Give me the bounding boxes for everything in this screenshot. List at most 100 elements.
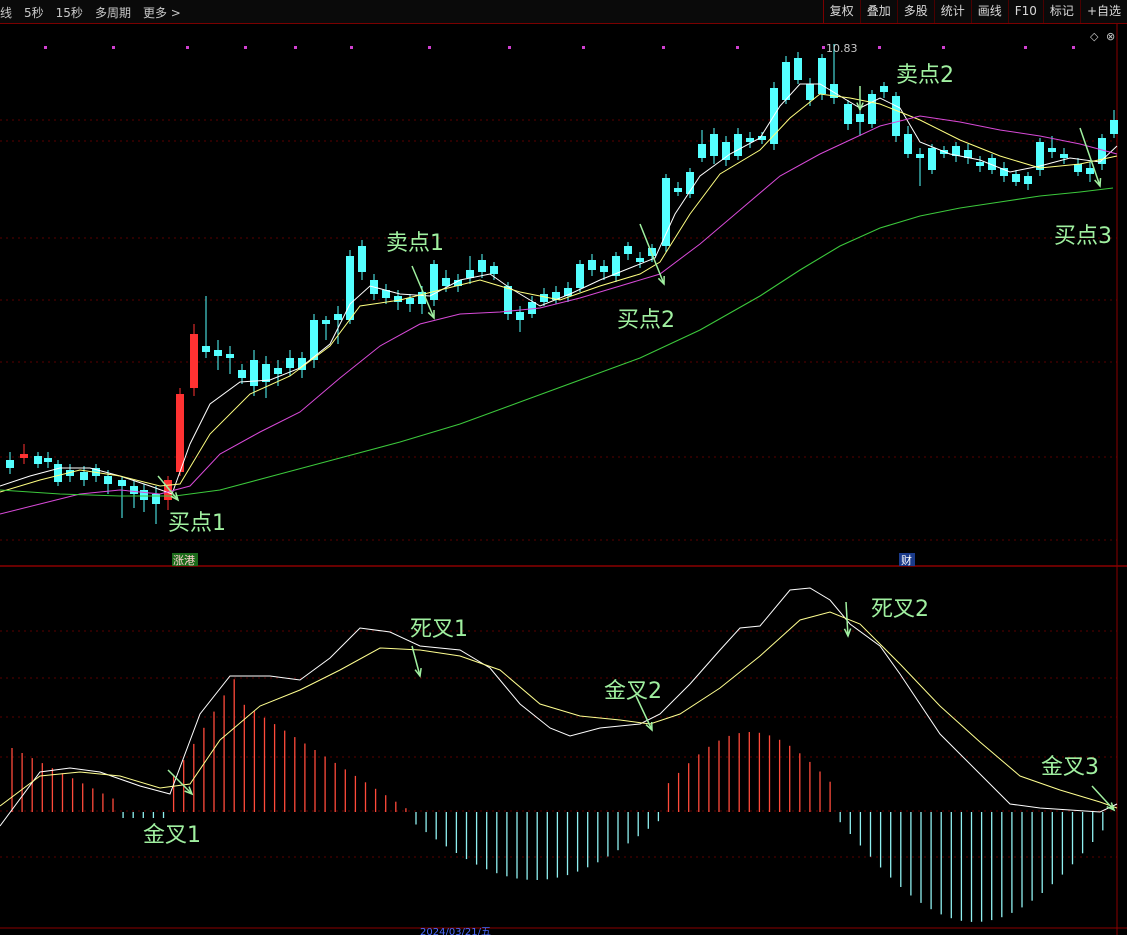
period-tab-multi[interactable]: 多周期 <box>95 4 131 21</box>
golden-cross-2-label: 金叉2 <box>604 679 662 704</box>
candle-body <box>54 464 62 482</box>
event-dot <box>112 46 115 49</box>
candle-body <box>600 266 608 272</box>
candle-body <box>250 360 258 386</box>
candle-body <box>698 144 706 158</box>
candle-body <box>6 460 14 468</box>
candle-body <box>528 302 536 314</box>
ma-long-line <box>0 115 1118 515</box>
golden-cross-3-arrow <box>1091 785 1115 811</box>
death-cross-1-label: 死叉1 <box>410 617 468 642</box>
sell-point-2-label: 卖点2 <box>896 63 954 88</box>
macd-panel <box>0 587 1118 922</box>
sell-point-1-label: 卖点1 <box>386 231 444 256</box>
golden-cross-3-label: 金叉3 <box>1041 755 1099 780</box>
statistics-button[interactable]: 统计 <box>933 0 971 23</box>
buy-point-2-label: 买点2 <box>617 308 675 333</box>
candle-body <box>662 178 670 246</box>
candle-body <box>274 368 282 374</box>
candle-body <box>262 364 270 382</box>
candle-body <box>202 346 210 352</box>
overlay-button[interactable]: 叠加 <box>859 0 897 23</box>
candle-body <box>238 370 246 378</box>
buy-point-3-label: 买点3 <box>1054 224 1112 249</box>
macd-signal-labels: 金叉1 死叉1 金叉2 死叉2 金叉3 <box>143 597 1099 848</box>
candle-body <box>868 94 876 124</box>
f10-button[interactable]: F10 <box>1007 0 1043 23</box>
multi-stock-button[interactable]: 多股 <box>896 0 934 23</box>
period-selector: 线 5秒 15秒 多周期 更多 > <box>0 0 193 24</box>
event-dot <box>582 46 585 49</box>
candle-body <box>636 258 644 262</box>
candle-body <box>734 134 742 156</box>
candle-body <box>490 266 498 274</box>
buy-2-arrow <box>639 223 665 285</box>
candle-body <box>1060 154 1068 158</box>
candle-body <box>904 134 912 154</box>
candle-body <box>818 58 826 94</box>
candle-body <box>226 354 234 358</box>
period-tab-line[interactable]: 线 <box>0 4 12 21</box>
event-dot <box>244 46 247 49</box>
candle-body <box>118 480 126 486</box>
candle-body <box>430 264 438 300</box>
event-dot <box>662 46 665 49</box>
candle-body <box>880 86 888 92</box>
event-dot <box>878 46 881 49</box>
candle-body <box>588 260 596 270</box>
event-dot <box>508 46 511 49</box>
buy-point-1-label: 买点1 <box>168 511 226 536</box>
candle-body <box>104 476 112 484</box>
period-tab-15s[interactable]: 15秒 <box>56 4 83 21</box>
event-dot <box>44 46 47 49</box>
candle-body <box>176 394 184 472</box>
panel-close-icon[interactable]: ⊗ <box>1106 30 1115 43</box>
candle-body <box>856 114 864 122</box>
event-dot <box>942 46 945 49</box>
date-axis-label: 2024/03/21/五 <box>420 927 491 935</box>
panel-diamond-icon[interactable]: ◇ <box>1090 30 1099 43</box>
candle-body <box>34 456 42 464</box>
candle-body <box>916 154 924 158</box>
candle-body <box>892 96 900 136</box>
candle-body <box>1074 164 1082 172</box>
death-cross-2-label: 死叉2 <box>871 597 929 622</box>
candle-body <box>710 134 718 156</box>
candle-body <box>504 286 512 314</box>
candle-body <box>928 148 936 170</box>
candle-body <box>1110 120 1118 134</box>
mark-button[interactable]: 标记 <box>1042 0 1080 23</box>
candle-body <box>466 270 474 278</box>
event-dot <box>822 46 825 49</box>
candle-body <box>1086 168 1094 174</box>
event-dot <box>350 46 353 49</box>
event-dot <box>1072 46 1075 49</box>
add-watchlist-button[interactable]: +自选 <box>1079 0 1127 23</box>
high-price-marker: 10.83 <box>826 42 858 55</box>
period-tab-5s[interactable]: 5秒 <box>24 4 44 21</box>
event-dot <box>186 46 189 49</box>
candle-body <box>1012 174 1020 182</box>
adjust-button[interactable]: 复权 <box>822 0 860 23</box>
golden-cross-1-label: 金叉1 <box>143 823 201 848</box>
event-tags: 涨港 财 <box>172 553 915 567</box>
zhanggang-tag[interactable]: 涨港 <box>173 554 195 567</box>
macd-dif-line <box>0 587 1118 827</box>
draw-line-button[interactable]: 画线 <box>970 0 1008 23</box>
candle-body <box>286 358 294 368</box>
event-dot <box>428 46 431 49</box>
stock-chart[interactable]: 10.83 ◇ ⊗ 买点1 卖点1 买点2 卖点2 买点3 涨港 财 金叉1 死… <box>0 24 1127 935</box>
period-tab-more[interactable]: 更多 > <box>143 4 181 21</box>
candle-body <box>516 312 524 320</box>
candle-body <box>406 298 414 304</box>
price-signal-labels: 买点1 卖点1 买点2 卖点2 买点3 <box>168 63 1112 536</box>
candle-body <box>624 246 632 254</box>
ma-short-line <box>0 83 1118 495</box>
candle-body <box>334 314 342 320</box>
candle-body <box>576 264 584 288</box>
candlesticks <box>6 44 1118 524</box>
candle-body <box>130 486 138 494</box>
candle-body <box>782 62 790 100</box>
cai-tag[interactable]: 财 <box>901 553 912 567</box>
candle-body <box>190 334 198 388</box>
